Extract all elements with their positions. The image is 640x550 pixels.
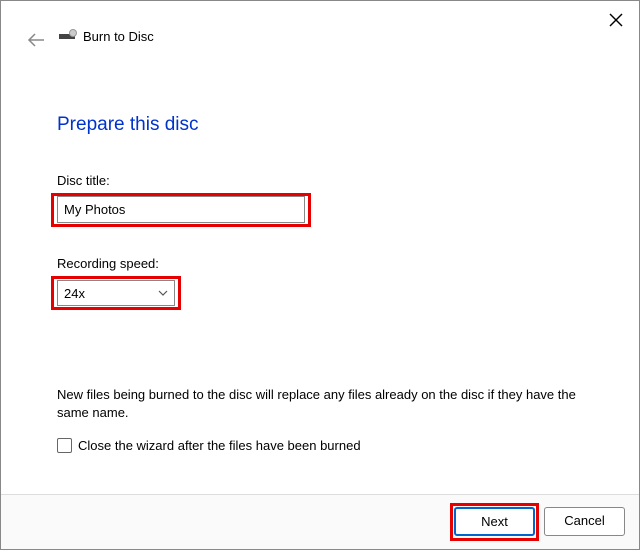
checkbox-label: Close the wizard after the files have be…	[78, 438, 361, 453]
wizard-title: Burn to Disc	[83, 29, 154, 44]
disc-title-input[interactable]	[57, 196, 305, 223]
recording-speed-select[interactable]: 24x	[57, 280, 175, 306]
chevron-down-icon	[158, 290, 168, 296]
recording-speed-label: Recording speed:	[57, 256, 159, 271]
cancel-button[interactable]: Cancel	[544, 507, 625, 536]
recording-speed-value: 24x	[64, 286, 85, 301]
next-button[interactable]: Next	[454, 507, 535, 536]
burn-disc-wizard: Burn to Disc Prepare this disc Disc titl…	[0, 0, 640, 550]
page-heading: Prepare this disc	[57, 114, 199, 136]
replace-note: New files being burned to the disc will …	[57, 386, 602, 421]
disc-title-label: Disc title:	[57, 173, 110, 188]
close-wizard-checkbox[interactable]: Close the wizard after the files have be…	[57, 438, 361, 453]
checkbox-box-icon	[57, 438, 72, 453]
back-arrow-icon[interactable]	[27, 33, 45, 47]
disc-drive-icon	[59, 29, 77, 43]
close-icon[interactable]	[609, 13, 623, 27]
